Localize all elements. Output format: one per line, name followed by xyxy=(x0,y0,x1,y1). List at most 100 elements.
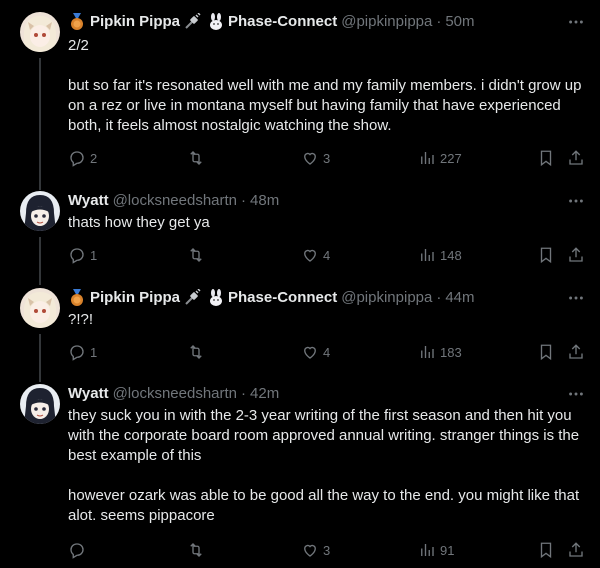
author-name[interactable]: Pipkin Pippa xyxy=(90,288,180,308)
like-count: 4 xyxy=(323,344,331,360)
author-name[interactable]: Wyatt xyxy=(68,384,109,404)
views-button[interactable]: 148 xyxy=(418,245,462,265)
bookmark-icon xyxy=(540,247,552,264)
retweet-button[interactable] xyxy=(187,245,209,265)
author-handle[interactable]: @locksneedshartn xyxy=(113,191,237,211)
reply-count: 1 xyxy=(90,344,98,360)
tweet-text: thats how they get ya xyxy=(68,213,588,233)
plug-emoji xyxy=(183,289,201,307)
views-count: 148 xyxy=(440,247,462,263)
reply-button[interactable] xyxy=(68,540,90,560)
avatar-wyatt[interactable] xyxy=(20,384,60,424)
rabbit-emoji xyxy=(207,13,225,31)
reply-button[interactable]: 1 xyxy=(68,245,97,265)
views-icon xyxy=(421,544,434,556)
reply-button[interactable]: 1 xyxy=(68,342,97,362)
views-button[interactable]: 227 xyxy=(418,148,462,168)
views-count: 183 xyxy=(440,344,462,360)
tweet-4[interactable]: Wyatt @locksneedshartn · 42m they suck y… xyxy=(0,384,600,564)
like-count: 3 xyxy=(323,542,331,558)
reply-icon xyxy=(70,248,84,264)
author-name[interactable]: Wyatt xyxy=(68,191,109,211)
like-count: 4 xyxy=(323,247,331,263)
bookmark-button[interactable] xyxy=(537,342,555,362)
author-handle[interactable]: @locksneedshartn xyxy=(113,384,237,404)
reply-icon xyxy=(70,151,84,167)
reply-icon xyxy=(70,543,84,559)
more-icon[interactable] xyxy=(566,191,586,211)
heart-icon xyxy=(304,346,316,359)
tweet-1[interactable]: Pipkin Pippa Phase-Connect @pipkinpippa … xyxy=(0,12,600,190)
like-button[interactable]: 4 xyxy=(301,245,330,265)
bookmark-button[interactable] xyxy=(537,245,555,265)
retweet-icon xyxy=(190,345,202,359)
avatar-pipkin-pippa[interactable] xyxy=(20,288,60,328)
bookmark-button[interactable] xyxy=(537,540,555,560)
share-button[interactable] xyxy=(567,245,585,265)
tweet-header: Wyatt @locksneedshartn · 48m xyxy=(68,191,556,211)
thread-connector xyxy=(39,334,41,382)
author-name[interactable]: Pipkin Pippa xyxy=(90,12,180,32)
author-handle[interactable]: @pipkinpippa xyxy=(341,12,432,32)
timestamp[interactable]: 50m xyxy=(445,12,474,32)
reply-thread: Pipkin Pippa Phase-Connect @pipkinpippa … xyxy=(0,0,600,568)
bookmark-icon xyxy=(540,344,552,361)
timestamp[interactable]: 42m xyxy=(250,384,279,404)
avatar-wyatt[interactable] xyxy=(20,191,60,231)
reply-icon xyxy=(70,345,84,361)
share-icon xyxy=(569,344,583,359)
reply-button[interactable]: 2 xyxy=(68,148,97,168)
separator-dot: · xyxy=(436,13,442,30)
separator-dot: · xyxy=(436,289,442,306)
timestamp[interactable]: 48m xyxy=(250,191,279,211)
retweet-button[interactable] xyxy=(187,148,209,168)
tweet-text-line: ?!?! xyxy=(68,311,94,328)
like-button[interactable]: 4 xyxy=(301,342,330,362)
heart-icon xyxy=(304,249,316,262)
share-icon xyxy=(569,542,583,557)
action-bar: 2 3 227 xyxy=(60,148,600,168)
tweet-text-line: 2/2 xyxy=(68,37,89,54)
tweet-text-line: but so far it's resonated well with me a… xyxy=(68,77,582,134)
medal-emoji xyxy=(68,289,86,307)
views-icon xyxy=(421,346,434,358)
separator-dot: · xyxy=(241,385,247,402)
more-icon[interactable] xyxy=(566,288,586,308)
more-icon[interactable] xyxy=(566,384,586,404)
views-count: 91 xyxy=(440,542,455,558)
author-affiliation[interactable]: Phase-Connect xyxy=(228,12,337,32)
retweet-button[interactable] xyxy=(187,342,209,362)
more-icon[interactable] xyxy=(566,12,586,32)
action-bar: 1 4 183 xyxy=(60,342,600,362)
tweet-3[interactable]: Pipkin Pippa Phase-Connect @pipkinpippa … xyxy=(0,288,600,382)
medal-emoji xyxy=(68,13,86,31)
reply-count: 2 xyxy=(90,150,98,166)
retweet-button[interactable] xyxy=(187,540,209,560)
timestamp[interactable]: 44m xyxy=(445,288,474,308)
like-count: 3 xyxy=(323,150,331,166)
heart-icon xyxy=(304,152,316,165)
author-handle[interactable]: @pipkinpippa xyxy=(341,288,432,308)
tweet-text: they suck you in with the 2-3 year writi… xyxy=(68,406,588,526)
share-button[interactable] xyxy=(567,148,585,168)
author-affiliation[interactable]: Phase-Connect xyxy=(228,288,337,308)
tweet-2[interactable]: Wyatt @locksneedshartn · 48m thats how t… xyxy=(0,191,600,285)
tweet-text: ?!?! xyxy=(68,310,588,330)
share-button[interactable] xyxy=(567,540,585,560)
like-button[interactable]: 3 xyxy=(301,148,330,168)
retweet-icon xyxy=(190,151,202,165)
share-button[interactable] xyxy=(567,342,585,362)
thread-connector xyxy=(39,237,41,285)
avatar-pipkin-pippa[interactable] xyxy=(20,12,60,52)
reply-count: 1 xyxy=(90,247,98,263)
share-icon xyxy=(569,150,583,165)
like-button[interactable]: 3 xyxy=(301,540,330,560)
plug-emoji xyxy=(183,13,201,31)
views-icon xyxy=(421,152,434,164)
heart-icon xyxy=(304,544,316,557)
bookmark-button[interactable] xyxy=(537,148,555,168)
views-button[interactable]: 91 xyxy=(418,540,454,560)
share-icon xyxy=(569,247,583,262)
action-bar: 1 4 148 xyxy=(60,245,600,265)
views-button[interactable]: 183 xyxy=(418,342,462,362)
